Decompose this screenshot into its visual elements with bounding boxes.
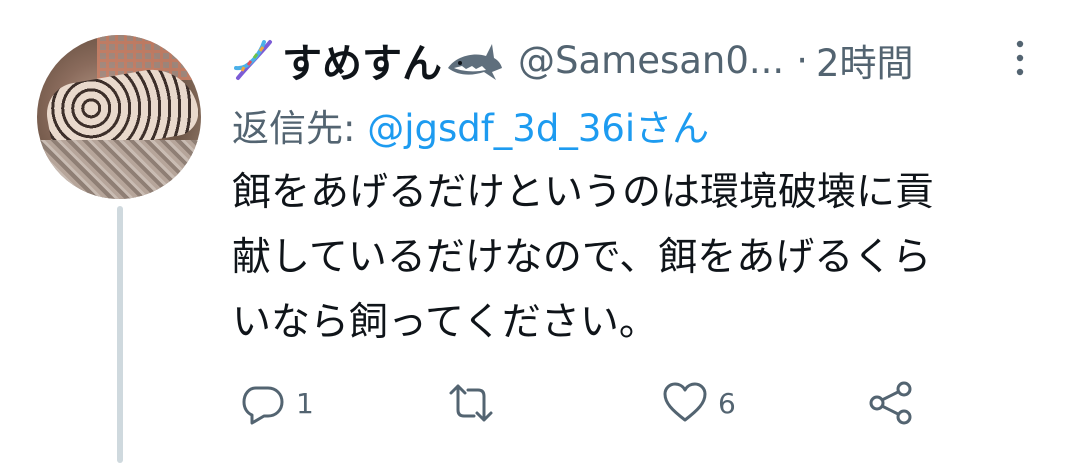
reply-mention-link[interactable]: @jgsdf_3d_36iさん bbox=[367, 107, 709, 150]
more-vertical-icon[interactable] bbox=[1010, 38, 1030, 78]
reply-icon bbox=[242, 386, 284, 425]
timestamp[interactable]: 2時間 bbox=[816, 33, 914, 87]
retweet-icon bbox=[449, 384, 493, 422]
retweet-button[interactable] bbox=[448, 380, 504, 426]
avatar[interactable] bbox=[37, 35, 201, 199]
reply-button[interactable]: 1 bbox=[240, 380, 314, 426]
thread-line bbox=[117, 206, 123, 463]
display-name[interactable]: すめすん bbox=[282, 31, 442, 89]
reply-to-label: 返信先: bbox=[232, 107, 368, 150]
share-icon bbox=[869, 381, 912, 425]
tweet-text-line: 餌をあげるだけというのは環境破壊に貢 bbox=[232, 170, 935, 215]
share-button[interactable] bbox=[868, 380, 914, 426]
like-button[interactable]: 6 bbox=[662, 380, 736, 426]
separator-dot: · bbox=[796, 38, 808, 82]
tweet-text-line: いなら飼ってください。 bbox=[232, 300, 658, 345]
tweet-text-line: 献しているだけなので、餌をあげるくら bbox=[232, 235, 932, 280]
reply-to: 返信先: @jgsdf_3d_36iさん bbox=[232, 98, 709, 152]
tweet-header: すめすん @Samesan0... · 2時間 bbox=[232, 30, 914, 90]
tweet[interactable]: すめすん @Samesan0... · 2時間 返信先: @jgsdf_3d_3… bbox=[0, 0, 1080, 463]
like-count: 6 bbox=[718, 386, 736, 420]
dna-icon bbox=[234, 40, 272, 80]
avatar-gravel bbox=[37, 140, 201, 199]
reply-count: 1 bbox=[296, 386, 314, 420]
heart-icon bbox=[663, 382, 707, 422]
user-handle[interactable]: @Samesan0... bbox=[518, 39, 784, 82]
shark-icon bbox=[448, 44, 502, 80]
tweet-text: 餌をあげるだけというのは環境破壊に貢 献しているだけなので、餌をあげるくら いな… bbox=[232, 160, 1052, 355]
